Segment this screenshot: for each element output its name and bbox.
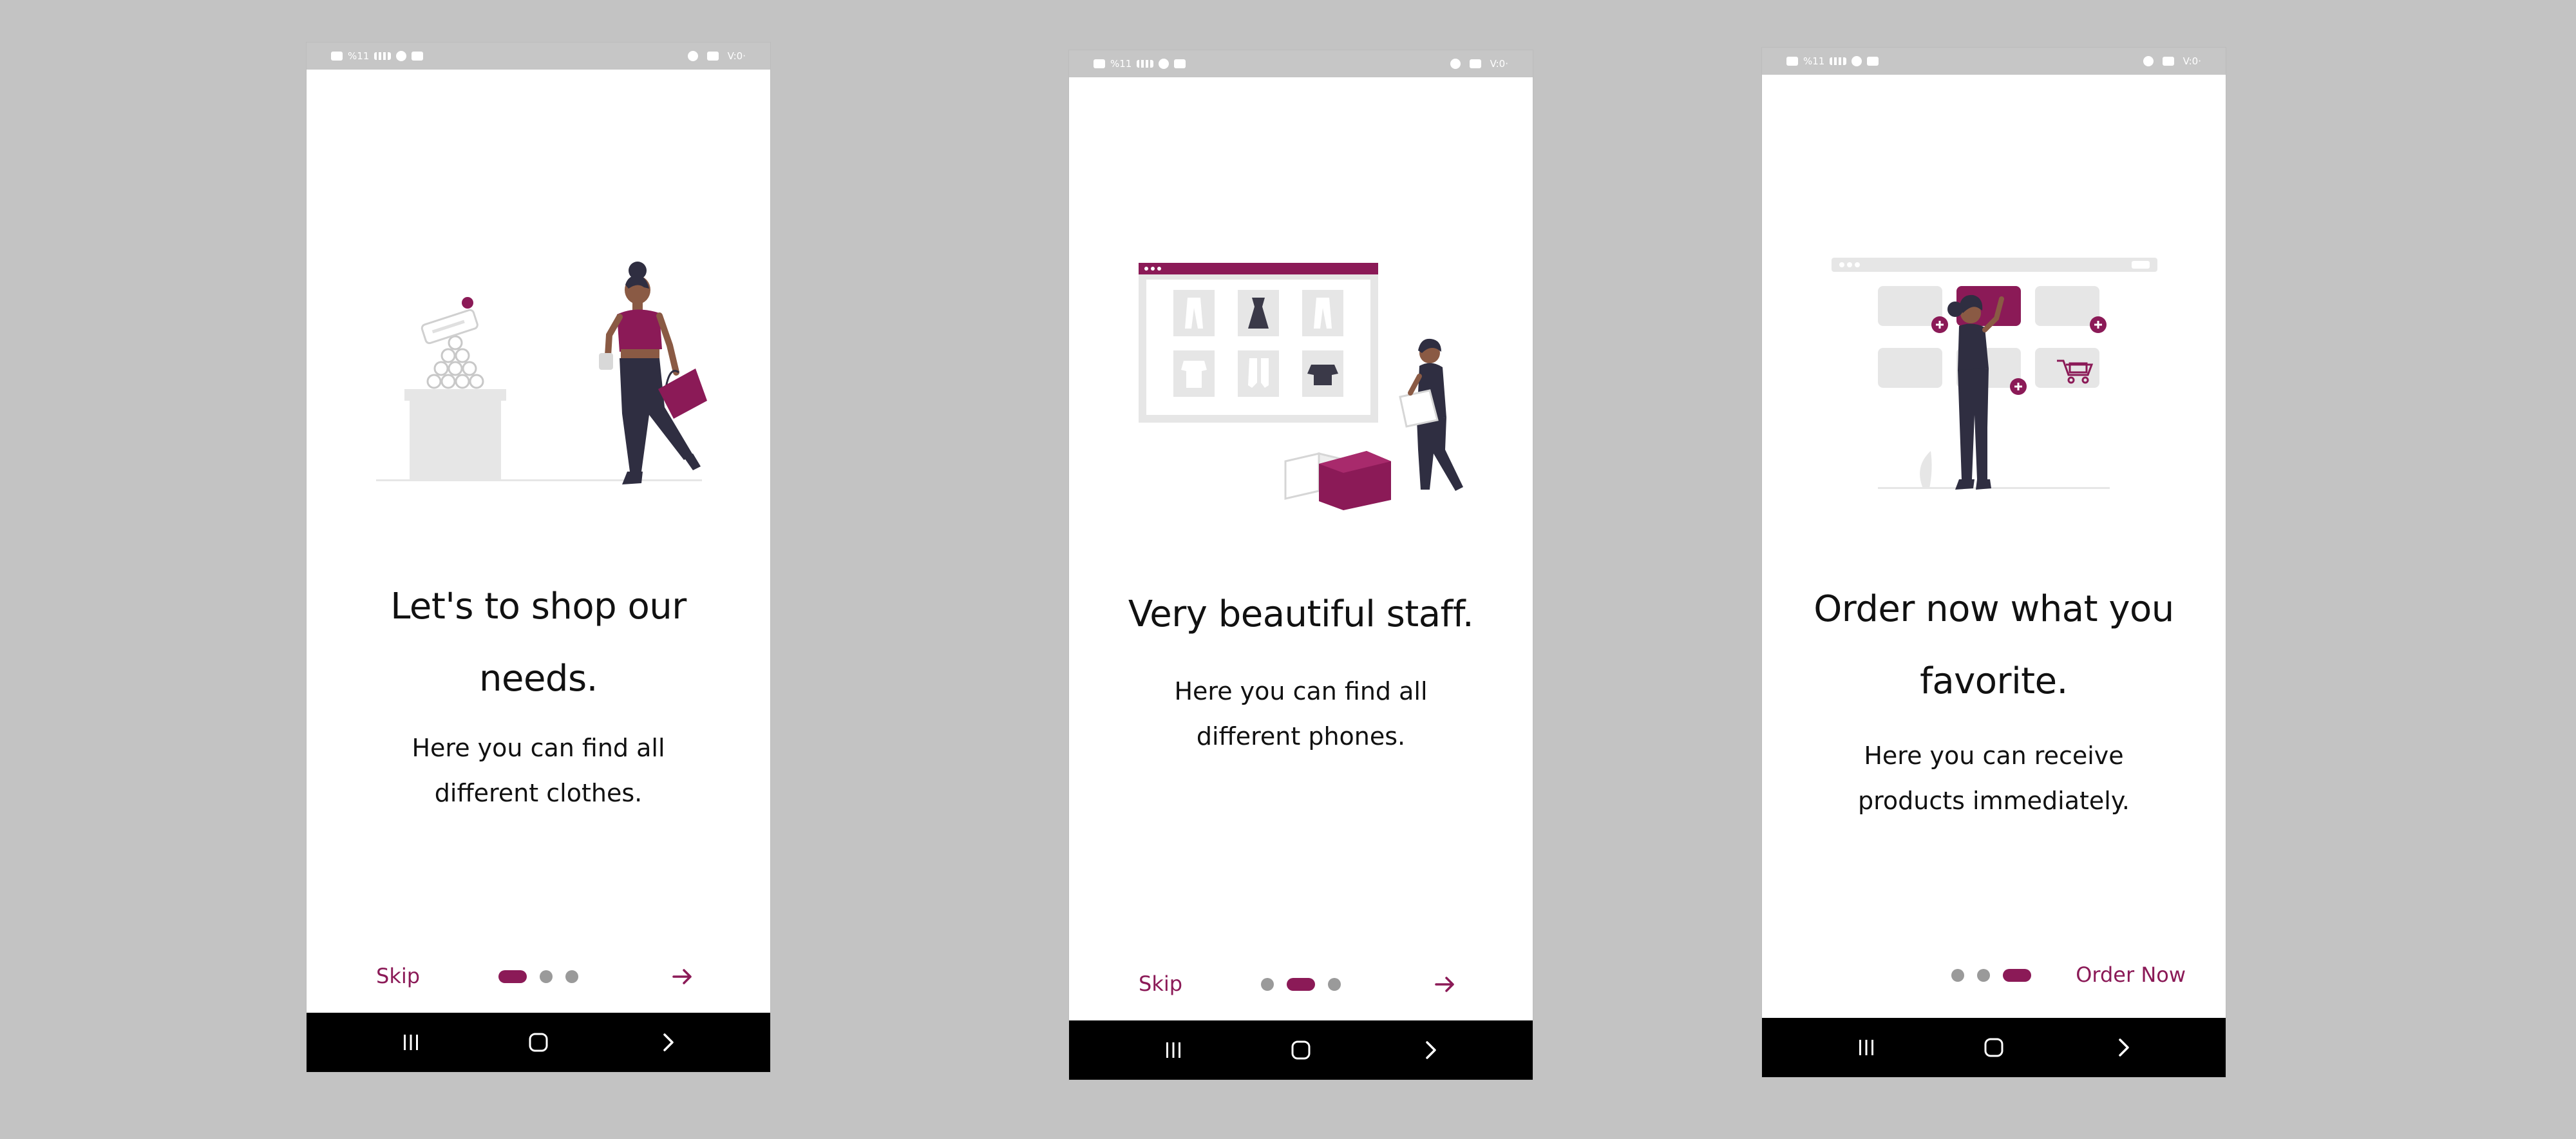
page-dot — [565, 970, 578, 983]
back-button[interactable] — [1410, 1032, 1452, 1068]
cloud-icon — [687, 51, 698, 61]
status-time-text: V:0· — [1490, 58, 1508, 70]
page-dot — [540, 970, 553, 983]
status-bar: %11 V:0· — [1069, 50, 1533, 77]
recent-apps-icon — [1166, 1042, 1180, 1058]
page-dot-active — [1287, 978, 1315, 991]
page-dot — [1951, 969, 1964, 982]
image-icon — [706, 52, 719, 61]
onboarding-title: Order now what you favorite. — [1814, 588, 2174, 702]
wifi-icon — [1852, 56, 1862, 66]
onboarding-controls: Order Now — [1762, 956, 2226, 995]
onboarding-subtitle: Here you can receive products immediatel… — [1858, 742, 2130, 815]
recent-apps-button[interactable] — [390, 1024, 431, 1060]
page-dot-active — [498, 970, 527, 983]
image-icon — [2162, 57, 2174, 66]
home-icon — [1291, 1040, 1311, 1060]
status-signal-text: %11 — [1803, 55, 1825, 67]
wifi-icon — [1159, 59, 1170, 69]
arrow-right-icon — [1435, 977, 1454, 992]
onboarding-screen-1: %11 V:0· Let's to shop our needs. Here y… — [307, 43, 770, 1072]
back-icon — [2119, 1038, 2129, 1057]
onboarding-controls: Skip — [1069, 965, 1533, 1004]
back-button[interactable] — [2103, 1029, 2145, 1066]
skip-button[interactable]: Skip — [1139, 972, 1182, 996]
onboarding-screen-3: %11 V:0· Order now what you favorite. He… — [1762, 48, 2226, 1077]
onboarding-title: Very beautiful staff. — [1128, 593, 1474, 635]
status-signal-text: %11 — [1110, 58, 1132, 70]
page-dot — [1328, 978, 1341, 991]
online-store-delivery-boxes-illustration — [1069, 256, 1533, 527]
wifi-icon — [396, 51, 407, 61]
page-dot — [1977, 969, 1990, 982]
woman-shopping-with-bag-illustration — [307, 227, 770, 497]
system-navigation-bar — [307, 1013, 770, 1072]
alarm-icon — [1867, 57, 1879, 66]
onboarding-subtitle: Here you can find all different clothes. — [412, 734, 665, 807]
status-bar: %11 V:0· — [1762, 48, 2226, 75]
page-indicator — [1261, 978, 1341, 991]
page-dot-active — [2003, 969, 2031, 982]
status-time-text: V:0· — [2183, 55, 2201, 67]
home-button[interactable] — [1280, 1032, 1321, 1068]
notification-icon — [1094, 59, 1105, 68]
back-icon — [663, 1033, 674, 1051]
alarm-icon — [1174, 59, 1186, 68]
cloud-icon — [1450, 59, 1461, 69]
onboarding-controls: Skip — [307, 957, 770, 996]
page-indicator — [498, 970, 578, 983]
system-navigation-bar — [1762, 1018, 2226, 1077]
onboarding-subtitle: Here you can find all different phones. — [1174, 677, 1428, 751]
skip-button[interactable]: Skip — [376, 964, 420, 988]
onboarding-screen-2: %11 V:0· Very beautiful staff. Here you … — [1069, 50, 1533, 1080]
cloud-icon — [2143, 56, 2154, 66]
next-button[interactable] — [1427, 966, 1463, 1002]
order-now-button[interactable]: Order Now — [2076, 962, 2186, 987]
status-bar: %11 V:0· — [307, 43, 770, 70]
home-button[interactable] — [518, 1024, 559, 1060]
page-dot — [1261, 978, 1274, 991]
home-button[interactable] — [1973, 1029, 2014, 1066]
onboarding-title: Let's to shop our needs. — [390, 586, 687, 700]
image-icon — [1469, 59, 1481, 68]
home-icon — [529, 1033, 548, 1052]
back-button[interactable] — [648, 1024, 689, 1060]
recent-apps-button[interactable] — [1153, 1032, 1194, 1068]
alarm-icon — [412, 52, 424, 61]
back-icon — [1426, 1041, 1436, 1059]
status-time-text: V:0· — [727, 50, 746, 62]
page-indicator — [1951, 969, 2031, 982]
recent-apps-icon — [1859, 1040, 1873, 1055]
recent-apps-icon — [404, 1035, 418, 1050]
woman-selecting-products-illustration — [1762, 254, 2226, 524]
recent-apps-button[interactable] — [1846, 1029, 1887, 1066]
home-icon — [1984, 1038, 2003, 1057]
signal-bars-icon — [374, 52, 392, 60]
arrow-right-icon — [672, 969, 692, 984]
signal-bars-icon — [1137, 60, 1154, 68]
notification-icon — [1786, 57, 1798, 66]
signal-bars-icon — [1830, 57, 1847, 65]
notification-icon — [331, 52, 343, 61]
system-navigation-bar — [1069, 1020, 1533, 1080]
next-button[interactable] — [665, 959, 701, 995]
status-signal-text: %11 — [348, 50, 370, 62]
